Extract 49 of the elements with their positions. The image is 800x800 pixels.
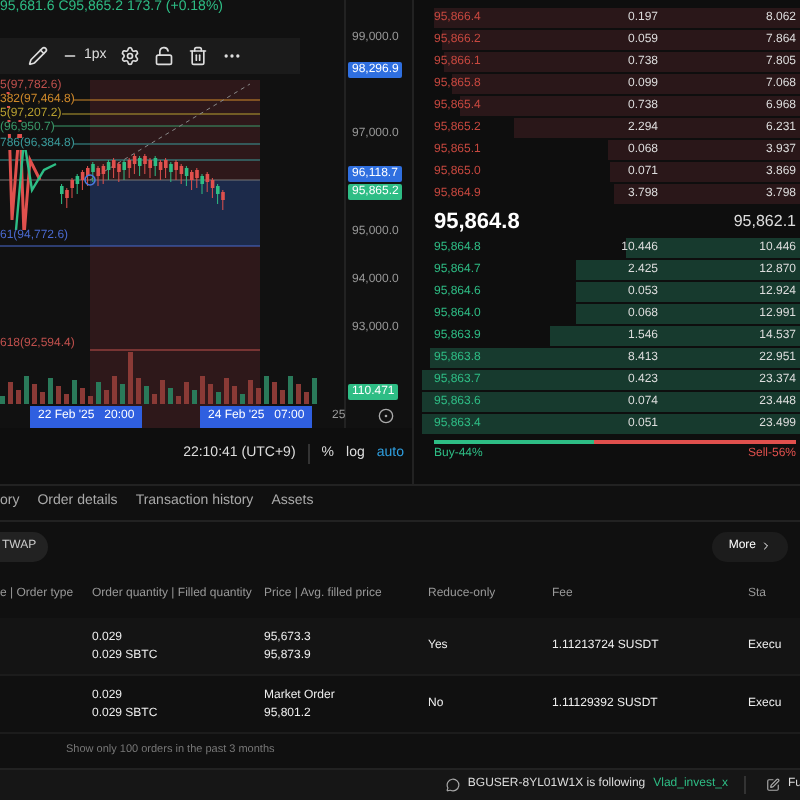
volume-bar <box>24 376 29 404</box>
volume-bar <box>104 390 109 404</box>
volume-bar <box>168 388 173 404</box>
edit-icon <box>765 778 780 792</box>
volume-bar <box>136 378 141 404</box>
volume-bar <box>296 384 301 404</box>
volume-bar <box>208 384 213 404</box>
pencil-icon[interactable] <box>28 46 48 66</box>
volume-bar <box>232 386 237 404</box>
volume-bar <box>88 396 93 404</box>
last-price: 95,864.8 <box>434 207 520 238</box>
volume-bar <box>264 376 269 404</box>
volume-bar <box>32 384 37 404</box>
volume-bar <box>176 396 181 404</box>
volume-bar <box>216 392 221 404</box>
volume-bar <box>312 378 317 404</box>
mark-price: 95,862.1 <box>733 210 796 234</box>
volume-bar <box>120 384 125 404</box>
volume-bar <box>280 390 285 404</box>
volume-bar <box>248 380 253 404</box>
volume-bar <box>8 382 13 404</box>
volume-bar <box>56 386 61 404</box>
volume-bar <box>40 392 45 404</box>
volume-bar <box>64 394 69 404</box>
volume-bar <box>288 376 293 404</box>
volume-bar <box>272 382 277 404</box>
anchor-point[interactable] <box>84 174 96 186</box>
unlock-icon[interactable] <box>154 46 175 66</box>
volume-bar <box>128 352 133 404</box>
volume-bar <box>304 392 309 404</box>
volume-bar <box>152 394 157 404</box>
volume-bar <box>240 394 245 404</box>
volume-bar <box>96 382 101 404</box>
volume-bar <box>80 388 85 404</box>
chevron-icon <box>760 540 772 552</box>
volume-bar <box>72 380 77 404</box>
volume-bar <box>144 386 149 404</box>
volume-bar <box>256 388 261 404</box>
volume-bar <box>112 376 117 404</box>
volume-bar <box>160 380 165 404</box>
trash-icon[interactable] <box>188 46 209 66</box>
volume-bar <box>192 390 197 404</box>
volume-bar <box>184 382 189 404</box>
chat-icon <box>445 778 460 792</box>
volume-bar <box>0 396 5 404</box>
volume-bar <box>16 390 21 404</box>
volume-bar <box>224 378 229 404</box>
volume-bar <box>48 378 53 404</box>
volume-bar <box>200 376 205 404</box>
